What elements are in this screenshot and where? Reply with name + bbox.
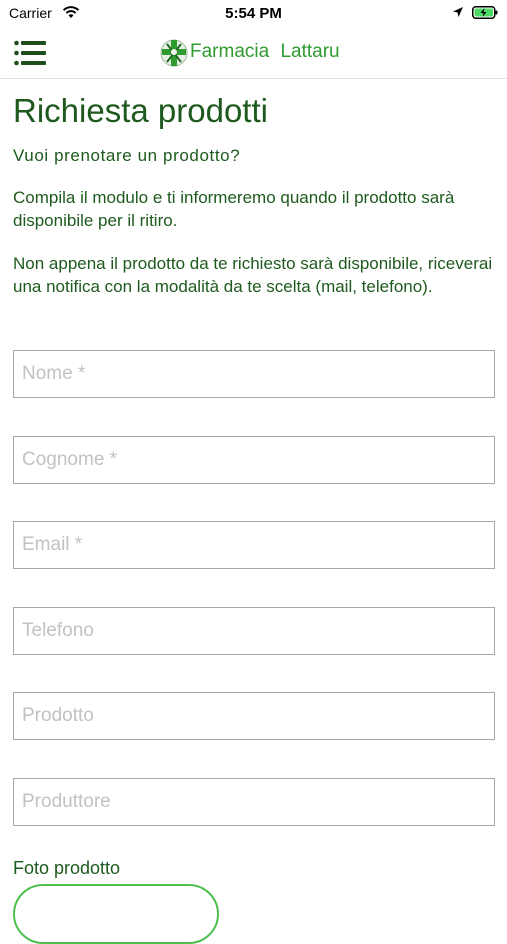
battery-charging-icon bbox=[472, 6, 498, 19]
app-title: Farmacia Lattaru bbox=[190, 41, 340, 62]
product-input[interactable] bbox=[13, 692, 495, 740]
pharmacy-cross-logo-icon bbox=[160, 39, 188, 67]
first-name-input[interactable] bbox=[13, 350, 495, 398]
intro-paragraph: Compila il modulo e ti informeremo quand… bbox=[13, 188, 455, 230]
location-arrow-icon bbox=[453, 7, 463, 17]
app-header: Farmacia Lattaru bbox=[0, 28, 507, 79]
last-name-input[interactable] bbox=[13, 436, 495, 484]
photo-label: Foto prodotto bbox=[13, 858, 121, 878]
email-input[interactable] bbox=[13, 521, 495, 569]
clock: 5:54 PM bbox=[225, 5, 282, 22]
phone-input[interactable] bbox=[13, 607, 495, 655]
page-title: Richiesta prodotti bbox=[13, 92, 268, 129]
status-bar: Carrier 5:54 PM bbox=[0, 0, 507, 28]
manufacturer-input[interactable] bbox=[13, 778, 495, 826]
notification-paragraph: Non appena il prodotto da te richiesto s… bbox=[13, 254, 493, 296]
photo-upload-button[interactable] bbox=[13, 884, 219, 944]
page-subtitle: Vuoi prenotare un prodotto? bbox=[13, 146, 241, 165]
hamburger-menu-icon[interactable] bbox=[14, 40, 46, 66]
